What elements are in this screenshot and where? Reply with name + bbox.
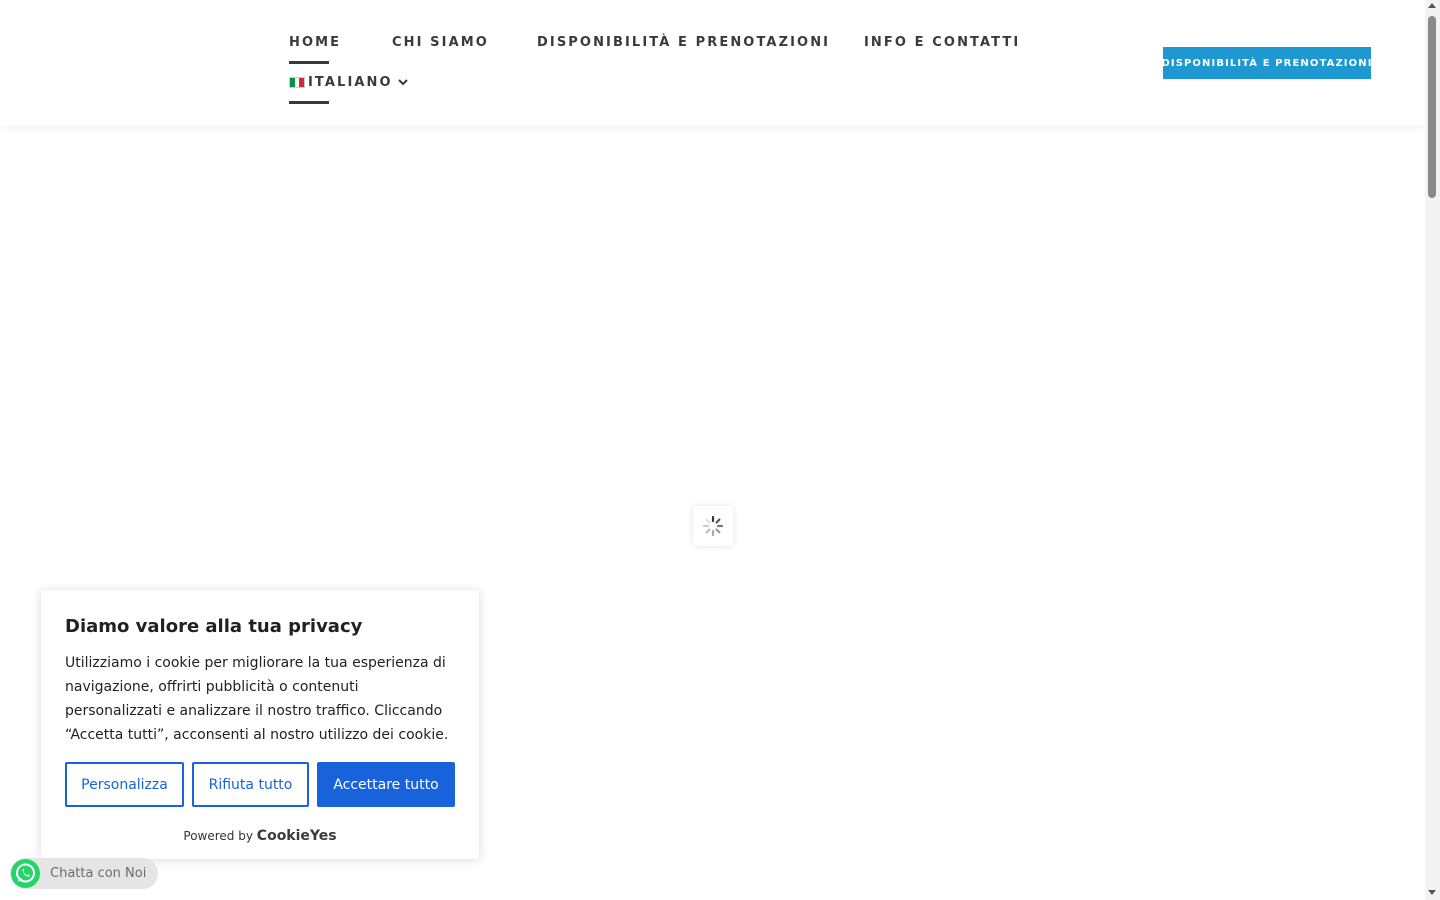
- nav-item-home[interactable]: HOME: [289, 35, 342, 64]
- nav-item-label: INFO E CONTATTI: [864, 35, 1021, 50]
- booking-cta-button[interactable]: DISPONIBILITÀ E PRENOTAZIONI: [1161, 47, 1371, 79]
- language-switcher[interactable]: ITALIANO: [289, 75, 413, 104]
- powered-by-label: Powered by: [183, 829, 253, 843]
- nav-item-label: DISPONIBILITÀ E PRENOTAZIONI: [537, 35, 831, 50]
- site-header: HOME CHI SIAMO DISPONIBILITÀ E PRENOTAZI…: [0, 0, 1425, 126]
- whatsapp-icon: [11, 859, 40, 888]
- nav-item-label: CHI SIAMO: [392, 35, 489, 50]
- powered-by: Powered by CookieYes: [41, 828, 479, 844]
- cookie-consent-banner: Diamo valore alla tua privacy Utilizziam…: [41, 590, 479, 859]
- italy-flag-icon: [289, 77, 305, 88]
- cookie-banner-title: Diamo valore alla tua privacy: [65, 616, 363, 637]
- scroll-up-arrow-icon[interactable]: [1428, 3, 1436, 8]
- spinner-icon: [702, 515, 724, 537]
- cookieyes-logo[interactable]: CookieYes: [257, 828, 337, 844]
- scroll-down-arrow-icon[interactable]: [1428, 890, 1436, 895]
- page-scrollbar[interactable]: [1425, 0, 1440, 900]
- chat-widget-button[interactable]: Chatta con Noi: [10, 858, 158, 889]
- scrollbar-thumb[interactable]: [1428, 16, 1436, 198]
- nav-item-info-contatti[interactable]: INFO E CONTATTI: [864, 35, 1020, 51]
- accept-all-button[interactable]: Accettare tutto: [317, 762, 455, 807]
- nav-item-disponibilita[interactable]: DISPONIBILITÀ E PRENOTAZIONI: [537, 35, 830, 51]
- customize-button[interactable]: Personalizza: [65, 762, 184, 807]
- active-indicator: [289, 61, 329, 64]
- reject-all-button[interactable]: Rifiuta tutto: [192, 762, 309, 807]
- main-nav: HOME CHI SIAMO DISPONIBILITÀ E PRENOTAZI…: [289, 0, 1049, 126]
- chevron-down-icon: [398, 79, 408, 86]
- loading-indicator: [693, 506, 733, 546]
- language-label: ITALIANO: [308, 75, 393, 90]
- active-indicator: [289, 101, 329, 104]
- cookie-banner-text: Utilizziamo i cookie per migliorare la t…: [65, 655, 449, 743]
- chat-widget-label: Chatta con Noi: [50, 866, 147, 881]
- nav-item-label: HOME: [289, 35, 342, 50]
- nav-item-chi-siamo[interactable]: CHI SIAMO: [392, 35, 489, 51]
